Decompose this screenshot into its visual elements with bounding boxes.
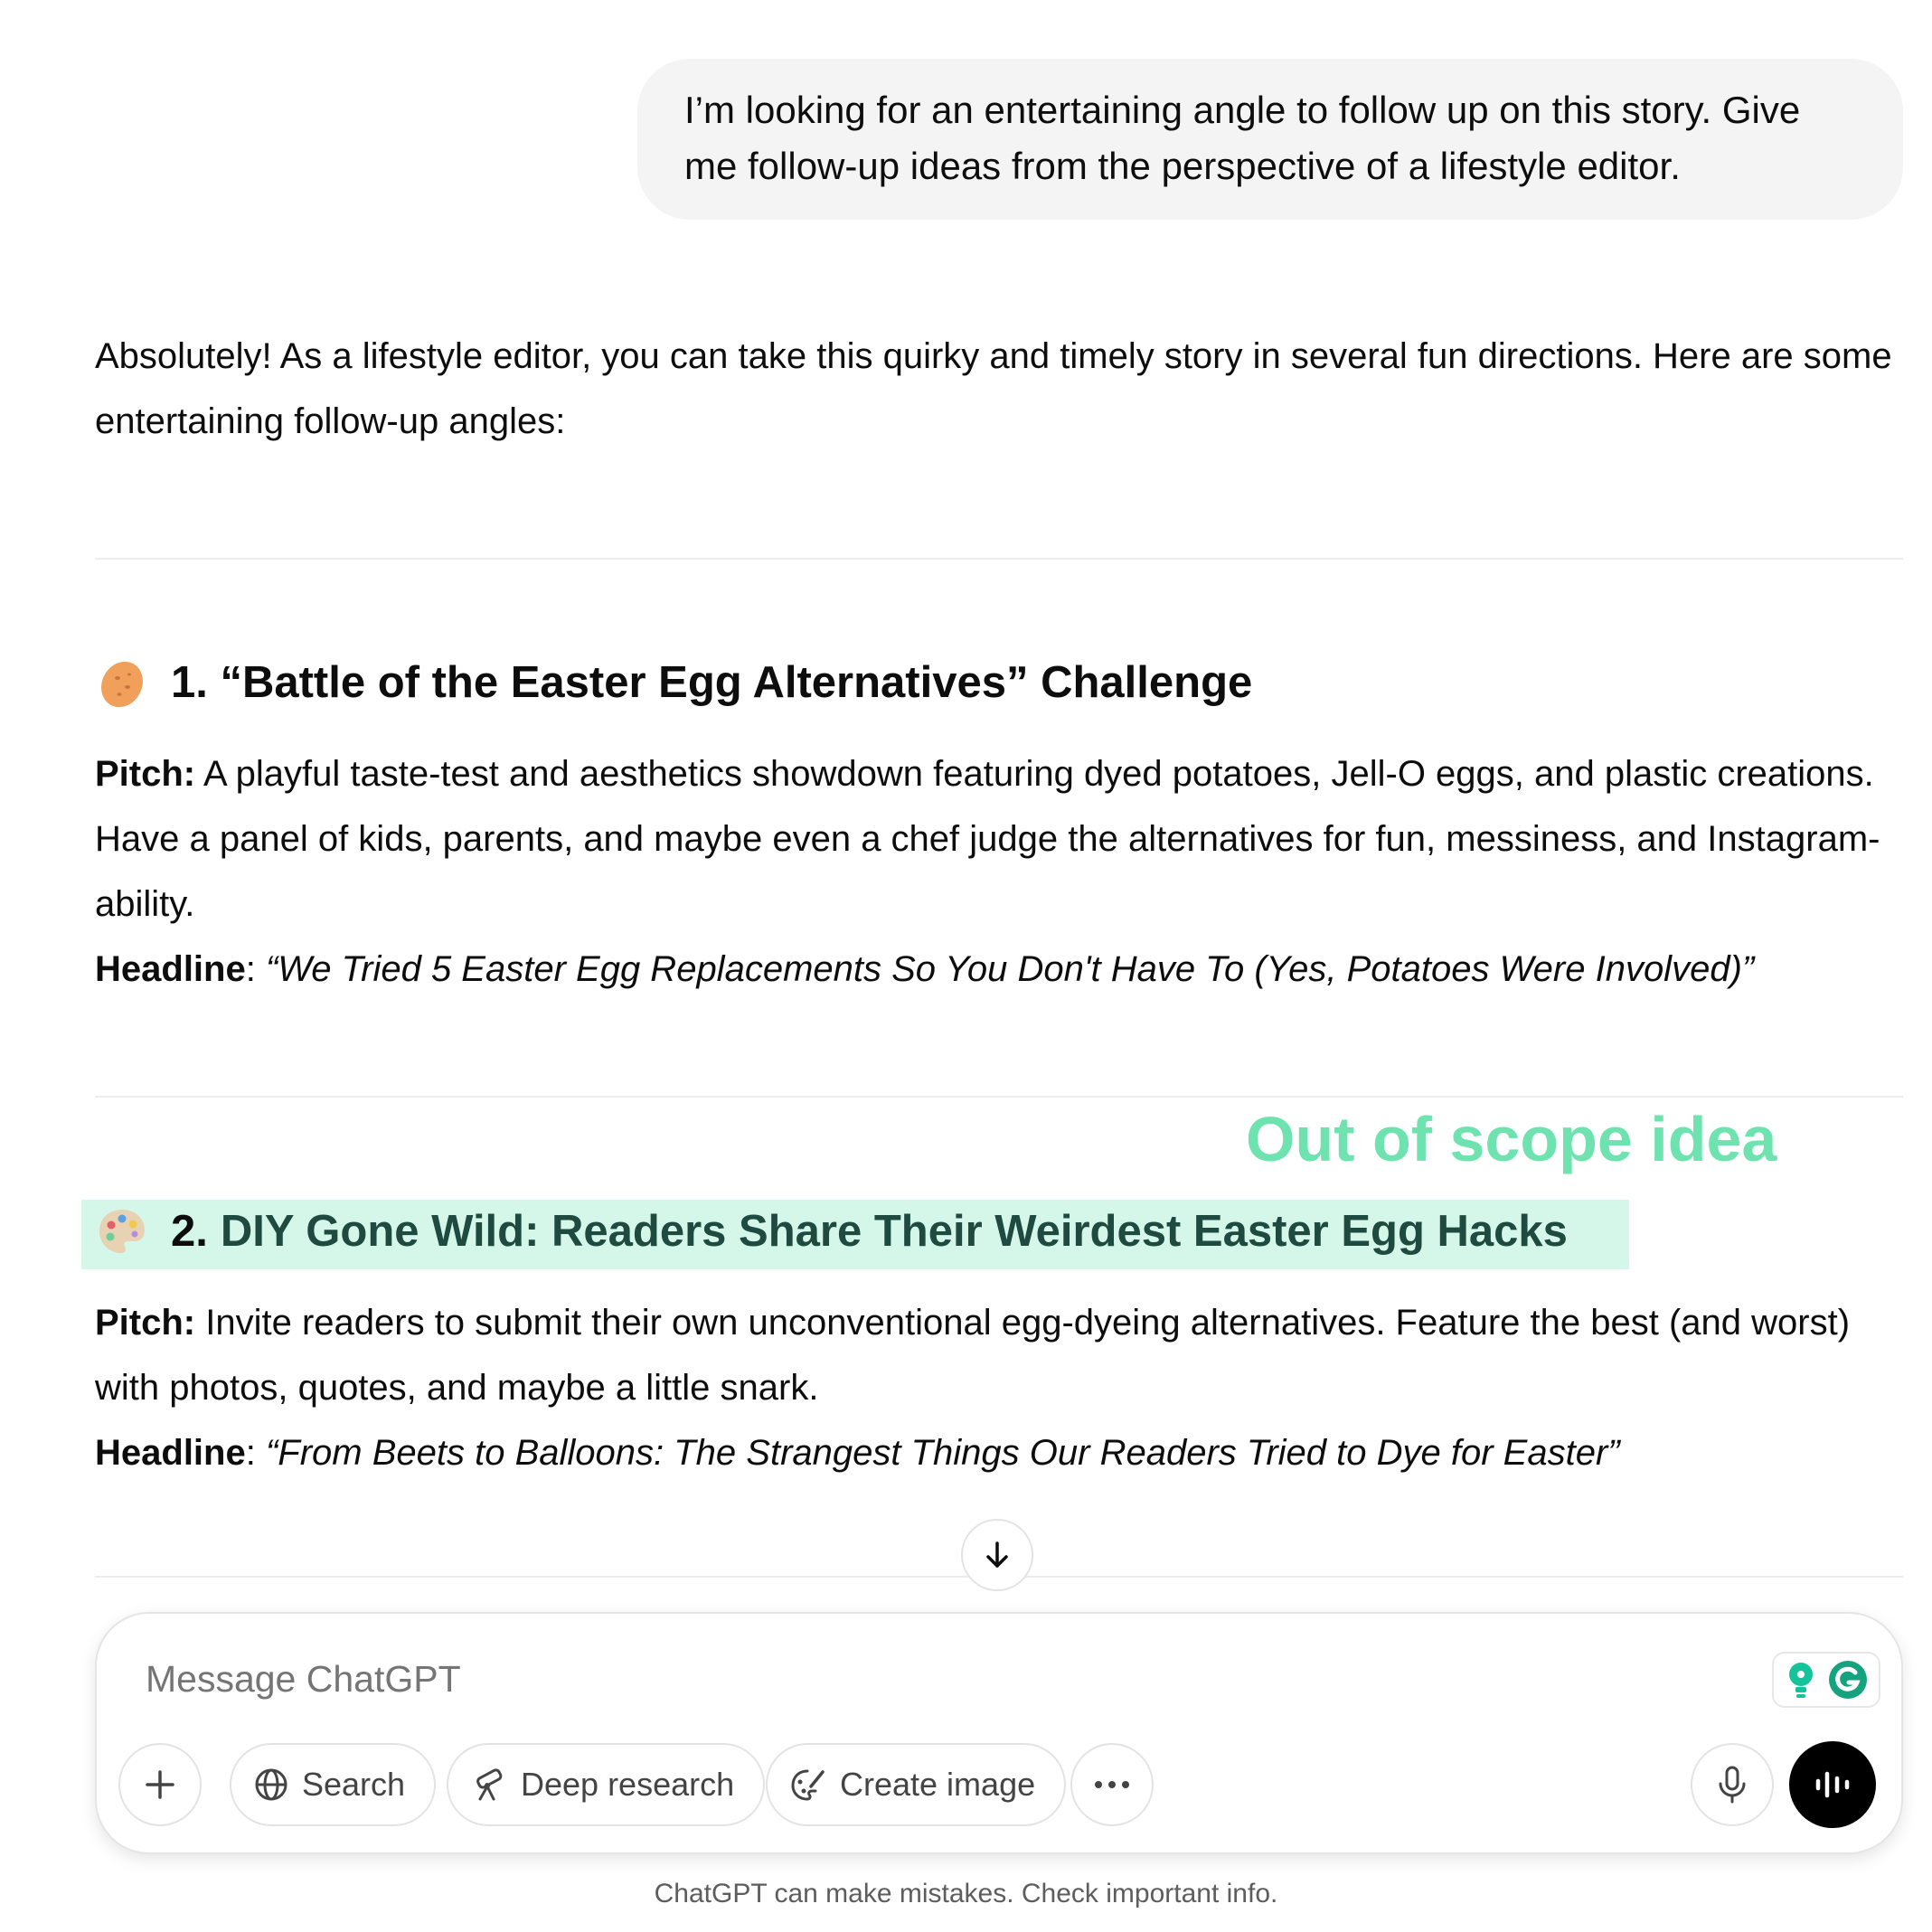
potato-icon <box>95 655 149 710</box>
section-1-pitch-label: Pitch: <box>95 754 196 794</box>
section-1-headline: Headline: “We Tried 5 Easter Egg Replace… <box>95 949 1755 989</box>
out-of-scope-annotation: Out of scope idea <box>1246 1104 1777 1174</box>
globe-icon <box>253 1767 289 1803</box>
grammarly-icon <box>1829 1661 1867 1699</box>
user-message-line-1: I’m looking for an entertaining angle to… <box>684 89 1801 131</box>
lightbulb-icon <box>1789 1663 1813 1698</box>
telescope-icon <box>470 1767 508 1803</box>
section-2-pitch-label: Pitch: <box>95 1303 196 1343</box>
section-1-headline-label: Headline <box>95 949 246 989</box>
add-attachment-button[interactable] <box>118 1743 202 1826</box>
divider <box>95 1096 1903 1098</box>
more-tools-button[interactable] <box>1070 1743 1154 1826</box>
search-button-label: Search <box>302 1766 406 1803</box>
voice-waveform-icon <box>1815 1771 1850 1798</box>
section-2-pitch-text: Invite readers to submit their own uncon… <box>95 1303 1851 1408</box>
section-2-headline-label: Headline <box>95 1433 246 1473</box>
section-2-heading: 2. DIY Gone Wild: Readers Share Their We… <box>95 1204 1568 1258</box>
arrow-down-icon <box>986 1541 1008 1568</box>
section-1-title: 1. “Battle of the Easter Egg Alternative… <box>171 658 1253 707</box>
section-1-headline-text: “We Tried 5 Easter Egg Replacements So Y… <box>265 949 1755 989</box>
section-2-headline: Headline: “From Beets to Balloons: The S… <box>95 1433 1620 1473</box>
plus-icon <box>146 1770 174 1799</box>
more-dots-icon <box>1095 1781 1129 1788</box>
deep-research-button[interactable]: Deep research <box>447 1743 766 1826</box>
user-message-line-2: me follow-up ideas from the perspective … <box>684 145 1681 187</box>
section-2-headline-text: “From Beets to Balloons: The Strangest T… <box>265 1433 1620 1473</box>
assistant-intro: Absolutely! As a lifestyle editor, you c… <box>95 336 1892 441</box>
section-2-pitch: Pitch: Invite readers to submit their ow… <box>95 1290 1908 1420</box>
create-image-button[interactable]: Create image <box>766 1743 1067 1826</box>
dictate-button[interactable] <box>1691 1743 1774 1826</box>
microphone-icon <box>1719 1766 1746 1804</box>
message-input[interactable] <box>144 1657 1684 1701</box>
section-2-number: 2. <box>171 1207 208 1256</box>
section-1-pitch-text: A playful taste-test and aesthetics show… <box>95 754 1880 924</box>
section-2-title: DIY Gone Wild: Readers Share Their Weird… <box>220 1207 1568 1256</box>
voice-mode-button[interactable] <box>1789 1741 1876 1828</box>
user-message-bubble: I’m looking for an entertaining angle to… <box>637 59 1903 220</box>
disclaimer-text: ChatGPT can make mistakes. Check importa… <box>654 1879 1278 1908</box>
divider <box>95 558 1903 560</box>
section-1-pitch: Pitch: A playful taste-test and aestheti… <box>95 741 1908 937</box>
grammarly-widget[interactable] <box>1772 1652 1880 1708</box>
create-image-button-label: Create image <box>840 1766 1036 1803</box>
brush-palette-icon <box>789 1767 827 1803</box>
scroll-to-bottom-button[interactable] <box>961 1519 1033 1591</box>
message-composer: Search Deep research Create image <box>95 1612 1903 1854</box>
palette-icon <box>95 1204 149 1258</box>
search-button[interactable]: Search <box>230 1743 437 1826</box>
deep-research-button-label: Deep research <box>521 1766 735 1803</box>
section-1-heading: 1. “Battle of the Easter Egg Alternative… <box>95 655 1252 710</box>
